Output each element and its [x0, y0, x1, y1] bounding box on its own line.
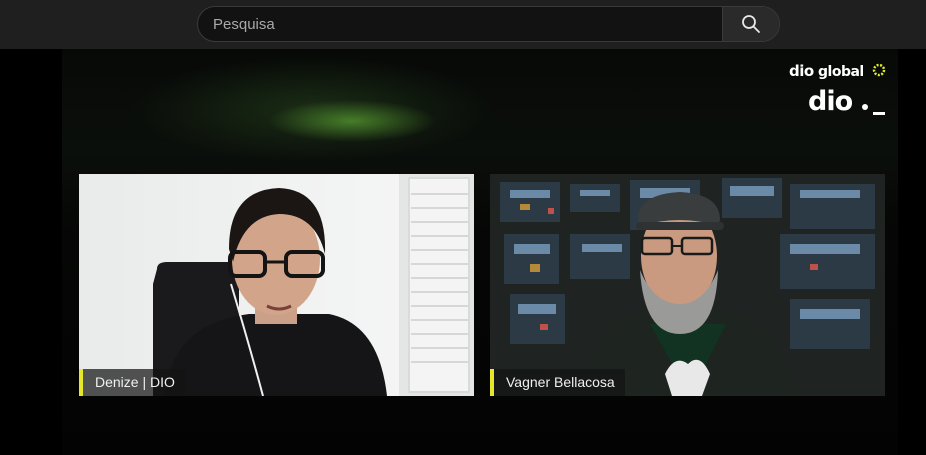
- dio-logo: dio: [808, 84, 898, 118]
- search-icon: [742, 15, 760, 33]
- participant-name-tag: Vagner Bellacosa: [490, 369, 625, 396]
- participant-frame-denize: [153, 174, 474, 396]
- dio-global-logo: dio global: [789, 60, 889, 82]
- top-bar: [0, 0, 926, 49]
- search-box: [197, 6, 780, 42]
- participant-frame-vagner: [490, 174, 885, 396]
- participant-video-vagner[interactable]: Vagner Bellacosa: [490, 174, 885, 396]
- search-button[interactable]: [722, 7, 779, 41]
- participant-video-denize[interactable]: Denize | DIO: [79, 174, 474, 396]
- participant-name-tag: Denize | DIO: [79, 369, 185, 396]
- svg-text:global: global: [818, 64, 864, 80]
- search-input[interactable]: [198, 7, 722, 41]
- svg-text:dio: dio: [789, 62, 814, 80]
- svg-text:dio: dio: [808, 86, 853, 117]
